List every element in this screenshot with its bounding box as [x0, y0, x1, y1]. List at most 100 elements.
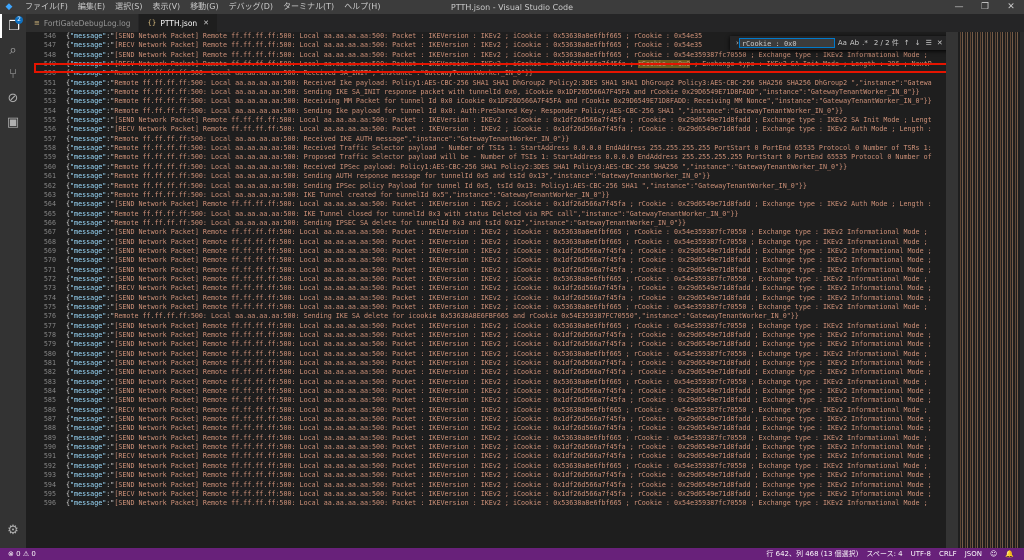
line-number: 573	[43, 284, 56, 293]
close-window-button[interactable]: ✕	[998, 0, 1024, 14]
line-content: {"message":"[SEND Network Packet] Remote…	[66, 387, 932, 396]
code-line: 570 {"message":"[SEND Network Packet] Rem…	[26, 256, 946, 265]
feedback-icon[interactable]: ☺	[986, 550, 1001, 558]
close-icon[interactable]: ✕	[203, 19, 209, 27]
minimap[interactable]	[946, 32, 1024, 548]
whole-word-toggle[interactable]: Ab	[850, 39, 859, 47]
json-file-icon: {}	[147, 19, 157, 27]
menu-terminal[interactable]: ターミナル(T)	[278, 0, 339, 14]
warning-icon: ⚠	[22, 550, 30, 558]
message-text: [SEND Network Packet] Remote ff.ff.ff.ff…	[114, 424, 932, 433]
line-number: 576	[43, 312, 56, 321]
code-line: 548 {"message":"[SEND Network Packet] Rem…	[26, 51, 946, 60]
message-text: [SEND Network Packet] Remote ff.ff.ff.ff…	[114, 480, 932, 489]
message-text: [SEND Network Packet] Remote ff.ff.ff.ff…	[114, 461, 928, 470]
line-number: 583	[43, 377, 56, 386]
code-line: 578 {"message":"[SEND Network Packet] Rem…	[26, 331, 946, 340]
restore-button[interactable]: ❐	[972, 0, 998, 14]
line-content: {"message":"[SEND Network Packet] Remote…	[66, 499, 928, 508]
bell-icon[interactable]: 🔔	[1001, 550, 1018, 558]
code-line: 573 {"message":"[RECV Network Packet] Rem…	[26, 284, 946, 293]
close-find-icon[interactable]: ✕	[937, 39, 943, 47]
message-text: [SEND Network Packet] Remote ff.ff.ff.ff…	[114, 293, 932, 302]
line-number: 572	[43, 274, 56, 283]
cursor-position[interactable]: 行 642、列 468 (13 個選択)	[762, 549, 862, 559]
menu-go[interactable]: 移動(G)	[185, 0, 223, 14]
menu-help[interactable]: ヘルプ(H)	[339, 0, 385, 14]
language-mode[interactable]: JSON	[961, 550, 986, 558]
line-content: {"message":"Remote ff.ff.ff.ff:500: Loca…	[66, 312, 799, 321]
find-widget: › rCookie : 0x0 Aa Ab .* 2 / 2 件 ↑ ↓ ☰ ✕	[730, 36, 950, 50]
line-content: {"message":"[RECV Network Packet] Remote…	[66, 452, 932, 461]
code-line: 596 {"message":"[SEND Network Packet] Rem…	[26, 499, 946, 508]
match-case-toggle[interactable]: Aa	[838, 39, 847, 47]
explorer-icon[interactable]: ❐ 2	[0, 14, 26, 38]
code-line: 592 {"message":"[SEND Network Packet] Rem…	[26, 462, 946, 471]
line-number: 560	[43, 162, 56, 171]
menu-debug[interactable]: デバッグ(D)	[224, 0, 278, 14]
minimap-slider[interactable]	[946, 32, 958, 548]
explorer-badge: 2	[15, 16, 23, 24]
line-content: {"message":"[SEND Network Packet] Remote…	[66, 340, 932, 349]
line-number: 571	[43, 265, 56, 274]
message-text: [SEND Network Packet] Remote ff.ff.ff.ff…	[114, 32, 703, 40]
line-content: {"message":"[SEND Network Packet] Remote…	[66, 349, 928, 358]
menu-edit[interactable]: 編集(E)	[73, 0, 110, 14]
previous-match-icon[interactable]: ↑	[904, 39, 910, 47]
message-text: [SEND Network Packet] Remote ff.ff.ff.ff…	[114, 415, 932, 424]
problems-indicator[interactable]: ⊗ 0 ⚠ 0	[4, 550, 40, 558]
vertical-scrollbar[interactable]	[1020, 32, 1024, 548]
line-content: {"message":"Remote ff.ff.ff.ff:500: Loca…	[66, 78, 932, 87]
indentation[interactable]: スペース: 4	[862, 549, 906, 559]
line-content: {"message":"Remote ff.ff.ff.ff:500: Loca…	[66, 97, 932, 106]
message-text: [RECV Network Packet] Remote ff.ff.ff.ff…	[114, 405, 928, 414]
message-text: Remote ff.ff.ff.ff:500: Local aa.aa.aa.a…	[114, 172, 711, 181]
line-content: {"message":"Remote ff.ff.ff.ff:500: Loca…	[66, 190, 610, 199]
code-line: 581 {"message":"[SEND Network Packet] Rem…	[26, 359, 946, 368]
message-text: [SEND Network Packet] Remote ff.ff.ff.ff…	[114, 302, 928, 311]
end-of-line[interactable]: CRLF	[935, 550, 961, 558]
line-content: {"message":"[RECV Network Packet] Remote…	[66, 125, 932, 134]
source-control-icon[interactable]: ⑂	[0, 62, 26, 86]
line-content: {"message":"[SEND Network Packet] Remote…	[66, 200, 932, 209]
line-number: 555	[43, 116, 56, 125]
message-text: [SEND Network Packet] Remote ff.ff.ff.ff…	[114, 433, 928, 442]
minimize-button[interactable]: —	[946, 0, 972, 14]
status-bar: ⊗ 0 ⚠ 0 行 642、列 468 (13 個選択) スペース: 4 UTF…	[0, 548, 1024, 560]
line-number: 590	[43, 443, 56, 452]
message-text: [SEND Network Packet] Remote ff.ff.ff.ff…	[114, 228, 928, 237]
extensions-icon[interactable]: ▣	[0, 110, 26, 134]
line-number: 557	[43, 134, 56, 143]
error-icon: ⊗	[8, 550, 14, 558]
find-input[interactable]: rCookie : 0x0	[738, 38, 835, 48]
debug-icon[interactable]: ⊘	[0, 86, 26, 110]
message-text: [SEND Network Packet] Remote ff.ff.ff.ff…	[114, 349, 928, 358]
line-content: {"message":"[SEND Network Packet] Remote…	[66, 293, 932, 302]
message-text: [SEND Network Packet] Remote ff.ff.ff.ff…	[114, 340, 932, 349]
code-line: 588 {"message":"[SEND Network Packet] Rem…	[26, 424, 946, 433]
activity-bar: ❐ 2 ⌕ ⑂ ⊘ ▣ ⚙	[0, 14, 26, 548]
regex-toggle[interactable]: .*	[862, 39, 868, 47]
gear-icon[interactable]: ⚙	[0, 518, 26, 542]
encoding[interactable]: UTF-8	[907, 550, 935, 558]
code-line: 580 {"message":"[SEND Network Packet] Rem…	[26, 350, 946, 359]
line-number: 582	[43, 368, 56, 377]
line-content: {"message":"[SEND Network Packet] Remote…	[66, 424, 932, 433]
line-number: 593	[43, 471, 56, 480]
code-line: 591 {"message":"[RECV Network Packet] Rem…	[26, 452, 946, 461]
line-number: 587	[43, 415, 56, 424]
line-number: 577	[43, 321, 56, 330]
menu-file[interactable]: ファイル(F)	[20, 0, 73, 14]
message-text: Remote ff.ff.ff.ff:500: Local aa.aa.aa.a…	[114, 181, 807, 190]
code-editor[interactable]: 546 {"message":"[SEND Network Packet] Rem…	[26, 32, 946, 548]
message-text: [RECV Network Packet] Remote ff.ff.ff.ff…	[114, 284, 932, 293]
tab-fortigatedebuglog[interactable]: ≡ FortiGateDebugLog.log	[26, 14, 140, 32]
search-icon[interactable]: ⌕	[0, 38, 26, 62]
tab-ptth-json[interactable]: {} PTTH.json ✕	[139, 14, 219, 32]
menu-selection[interactable]: 選択(S)	[110, 0, 147, 14]
find-in-selection-icon[interactable]: ☰	[926, 39, 932, 47]
next-match-icon[interactable]: ↓	[915, 39, 921, 47]
message-text: [SEND Network Packet] Remote ff.ff.ff.ff…	[114, 368, 932, 377]
message-text: [RECV Network Packet] Remote ff.ff.ff.ff…	[114, 125, 932, 134]
menu-view[interactable]: 表示(V)	[147, 0, 185, 14]
